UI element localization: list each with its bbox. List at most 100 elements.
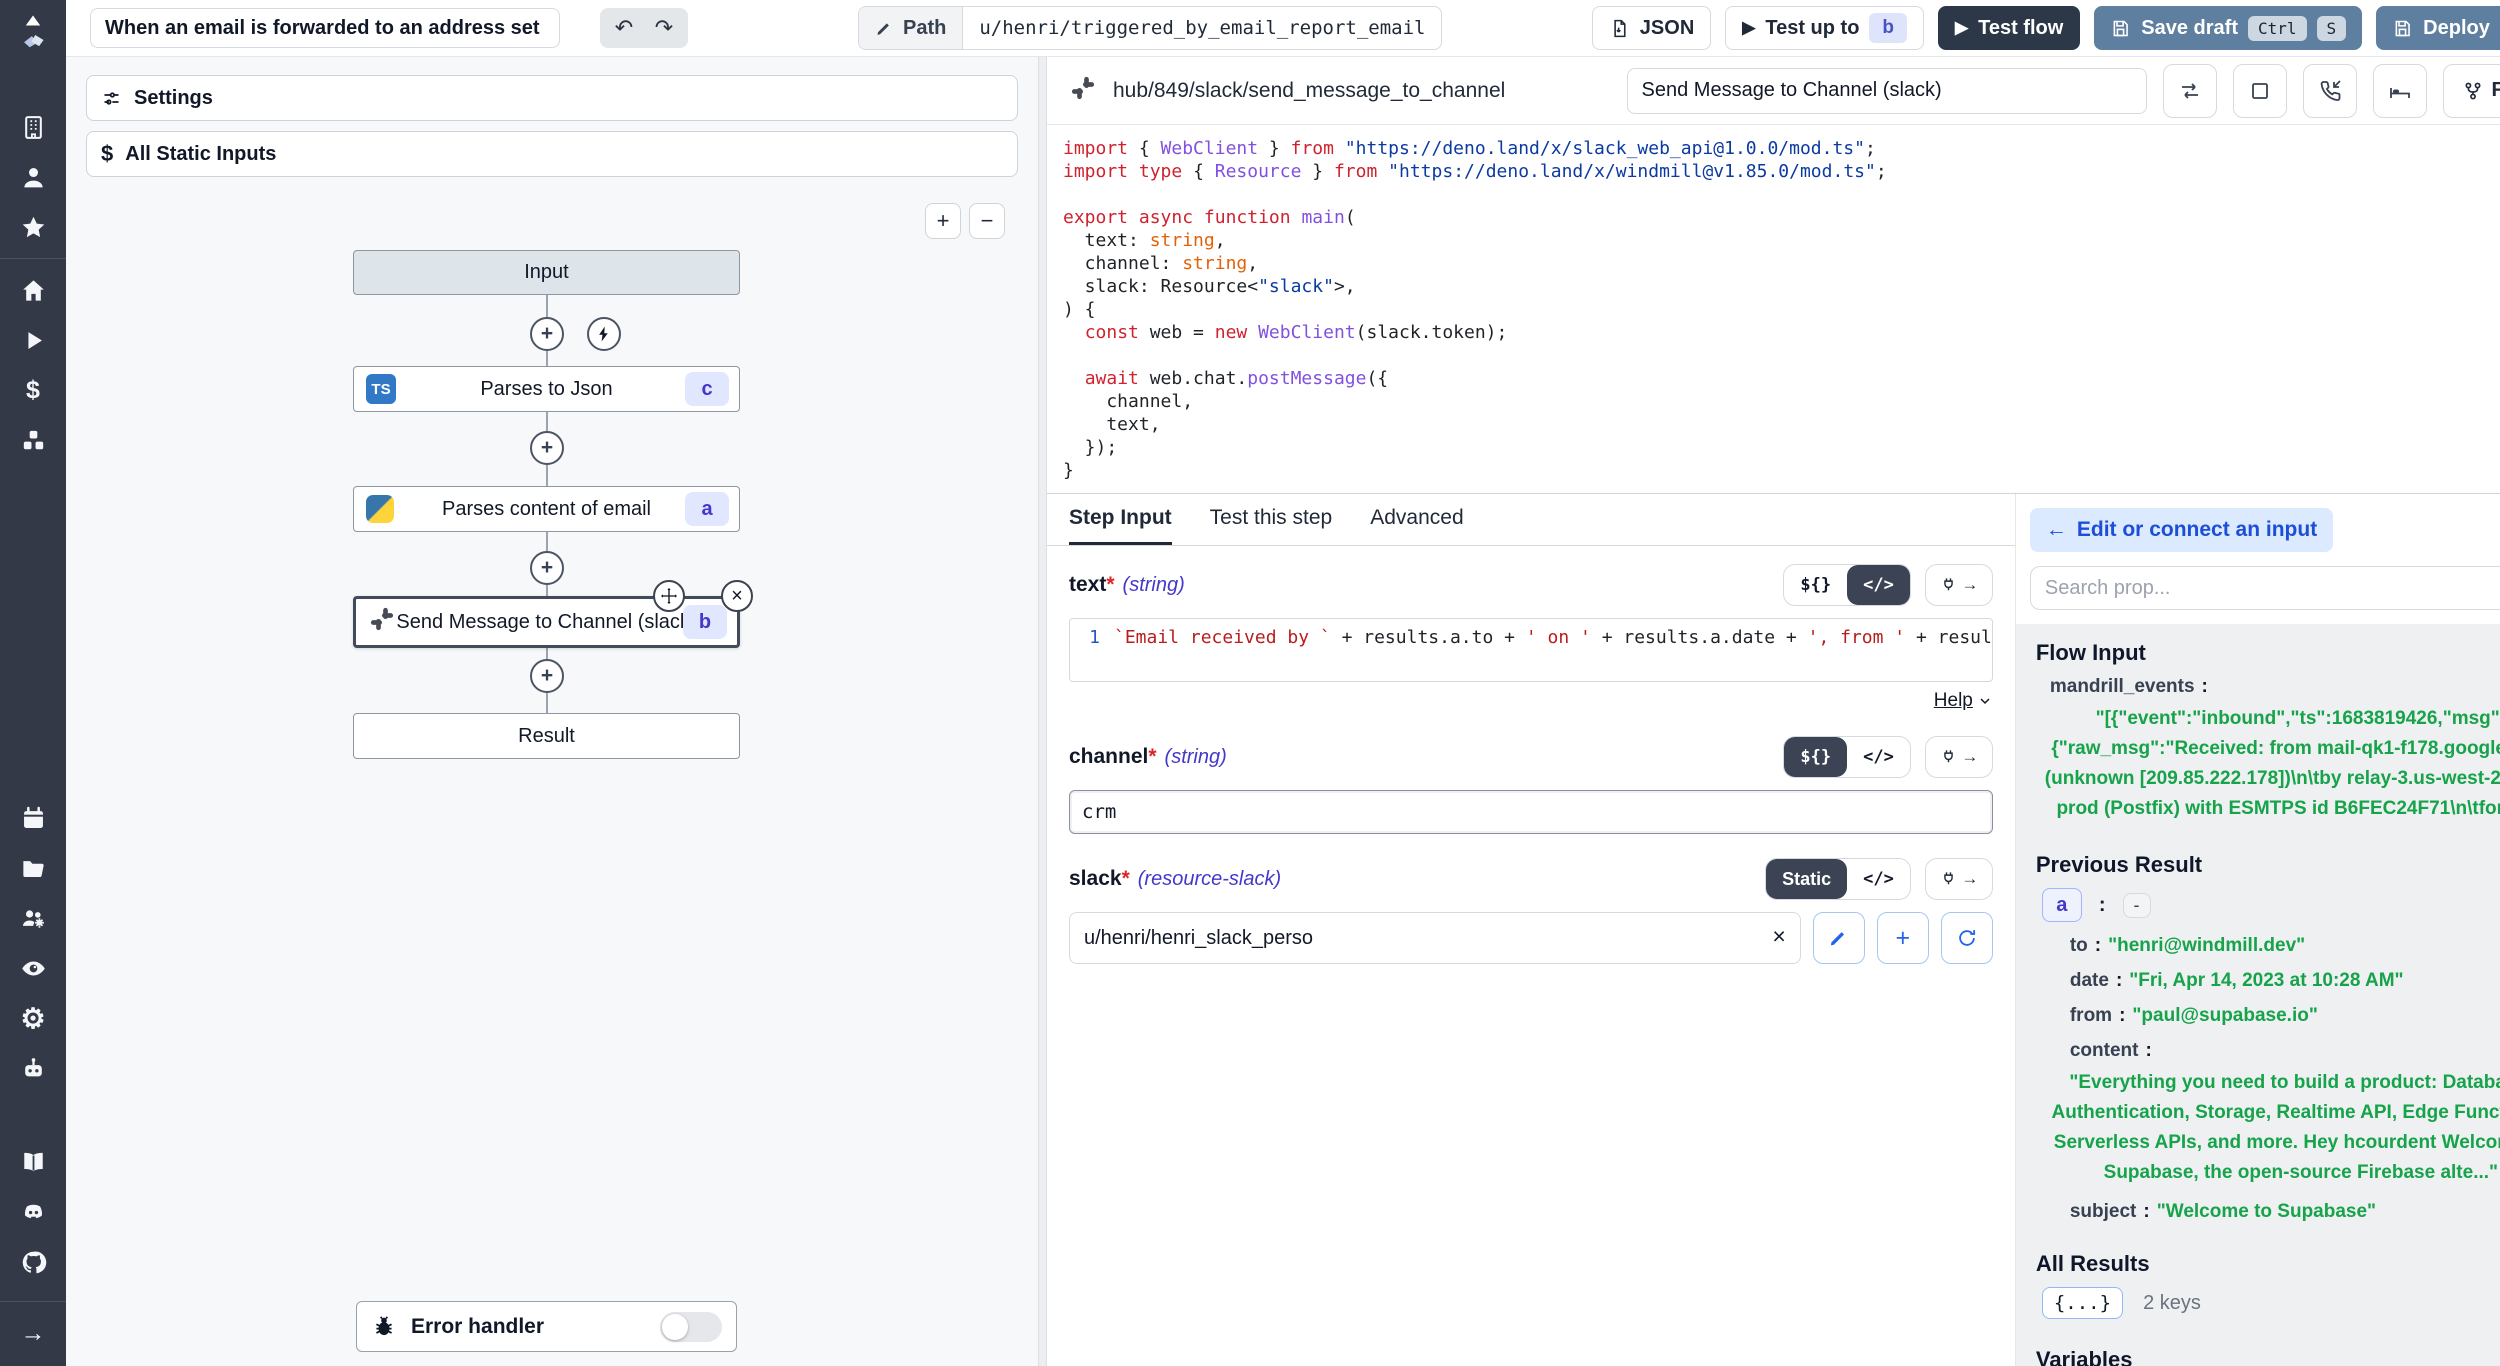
- code-toggle-segment[interactable]: </>: [1847, 737, 1910, 777]
- connect-input-button[interactable]: →: [1925, 858, 1993, 900]
- flow-node-parses-to-json[interactable]: TS Parses to Json c: [353, 366, 740, 412]
- move-node-handle[interactable]: [653, 580, 685, 612]
- gear-icon[interactable]: ⚙: [0, 993, 66, 1043]
- flow-node-parses-content-of-email[interactable]: Parses content of email a: [353, 486, 740, 532]
- object-badge[interactable]: {...}: [2042, 1287, 2123, 1319]
- prop-key: to: [2070, 935, 2088, 956]
- prop-row-content[interactable]: content:: [2070, 1040, 2500, 1062]
- expr-toggle-segment[interactable]: ${}: [1784, 565, 1847, 605]
- folder-icon[interactable]: [0, 843, 66, 893]
- building-icon[interactable]: [0, 102, 66, 152]
- webhook-button[interactable]: [2303, 64, 2357, 118]
- path-label: Path: [903, 17, 946, 40]
- add-resource-button[interactable]: +: [1877, 912, 1929, 964]
- add-step-button[interactable]: +: [530, 659, 564, 693]
- test-up-to-label: Test up to: [1765, 17, 1859, 40]
- play-icon[interactable]: [0, 315, 66, 365]
- test-up-to-button[interactable]: ▶ Test up to b: [1725, 6, 1924, 50]
- prop-row-subject[interactable]: subject:"Welcome to Supabase": [2070, 1201, 2500, 1223]
- save-draft-button[interactable]: Save draft CtrlS: [2094, 6, 2362, 50]
- text-expression-editor[interactable]: 1 `Email received by ` + results.a.to + …: [1069, 618, 1993, 682]
- deploy-group: Deploy: [2376, 6, 2500, 50]
- mandrill-events-value[interactable]: "[{"event":"inbound","ts":1683819426,"ms…: [2036, 704, 2500, 824]
- code-editor[interactable]: import { WebClient } from "https://deno.…: [1047, 125, 2500, 493]
- edit-resource-button[interactable]: [1813, 912, 1865, 964]
- code-toggle-segment[interactable]: </>: [1847, 565, 1910, 605]
- flow-input-heading: Flow Input: [2036, 640, 2500, 666]
- flow-node-send-message-selected[interactable]: Send Message to Channel (slack) b ×: [353, 596, 740, 648]
- json-label: JSON: [1640, 17, 1694, 40]
- home-icon[interactable]: [0, 265, 66, 315]
- code-toggle-segment[interactable]: </>: [1847, 859, 1910, 899]
- search-prop-input[interactable]: [2030, 566, 2500, 610]
- discord-icon[interactable]: [0, 1187, 66, 1237]
- refresh-resource-button[interactable]: [1941, 912, 1993, 964]
- deploy-button[interactable]: Deploy: [2376, 6, 2500, 50]
- flow-node-result[interactable]: Result: [353, 713, 740, 759]
- redo-button[interactable]: ↷: [646, 12, 682, 44]
- tab-step-input[interactable]: Step Input: [1069, 494, 1172, 545]
- all-static-inputs-button[interactable]: $ All Static Inputs: [86, 131, 1018, 177]
- remove-node-button[interactable]: ×: [721, 580, 753, 612]
- connect-input-button[interactable]: →: [1925, 564, 1993, 606]
- calendar-icon[interactable]: [0, 793, 66, 843]
- content-value[interactable]: "Everything you need to build a product:…: [2036, 1068, 2500, 1188]
- add-step-button[interactable]: +: [530, 551, 564, 585]
- colon: :: [2095, 935, 2101, 956]
- step-name-input[interactable]: [1627, 68, 2147, 114]
- slack-resource-input[interactable]: [1069, 912, 1801, 964]
- settings-button[interactable]: Settings: [86, 75, 1018, 121]
- collapse-badge[interactable]: -: [2123, 893, 2151, 918]
- prop-row-to[interactable]: to:"henri@windmill.dev": [2070, 935, 2500, 957]
- path-value[interactable]: u/henri/triggered_by_email_report_email: [963, 7, 1441, 49]
- flow-title-input[interactable]: [90, 8, 560, 48]
- path-chip[interactable]: Path: [859, 7, 963, 49]
- clear-resource-button[interactable]: ×: [1772, 923, 1785, 950]
- eye-icon[interactable]: [0, 943, 66, 993]
- arrow-right-icon[interactable]: →: [0, 1308, 66, 1358]
- github-icon[interactable]: [0, 1237, 66, 1287]
- cubes-icon[interactable]: [0, 415, 66, 465]
- error-handler-row[interactable]: Error handler: [356, 1301, 737, 1352]
- tab-advanced[interactable]: Advanced: [1370, 494, 1463, 545]
- edit-or-connect-button[interactable]: ← Edit or connect an input: [2030, 508, 2333, 552]
- zoom-in-button[interactable]: +: [925, 203, 961, 239]
- diff-button[interactable]: [2373, 64, 2427, 118]
- trigger-bolt-button[interactable]: [587, 317, 621, 351]
- undo-button[interactable]: ↶: [606, 12, 642, 44]
- static-toggle-segment[interactable]: Static: [1766, 859, 1847, 899]
- dollar-icon[interactable]: $: [0, 365, 66, 415]
- robot-icon[interactable]: [0, 1043, 66, 1093]
- fork-button[interactable]: Fork: [2443, 64, 2500, 118]
- hub-script-path[interactable]: hub/849/slack/send_message_to_channel: [1113, 79, 1505, 103]
- expr-toggle-segment[interactable]: ${}: [1784, 737, 1847, 777]
- star-icon[interactable]: [0, 202, 66, 252]
- node-label: Input: [524, 261, 568, 284]
- connect-input-button[interactable]: →: [1925, 736, 1993, 778]
- person-icon[interactable]: [0, 152, 66, 202]
- error-handler-toggle[interactable]: [660, 1312, 722, 1342]
- reload-script-button[interactable]: [2163, 64, 2217, 118]
- prop-row-date[interactable]: date:"Fri, Apr 14, 2023 at 10:28 AM": [2070, 970, 2500, 992]
- prop-row-mandrill[interactable]: mandrill_events:: [2050, 676, 2500, 698]
- json-button[interactable]: JSON: [1592, 6, 1711, 50]
- tab-test-this-step[interactable]: Test this step: [1210, 494, 1333, 545]
- help-link[interactable]: Help: [1934, 690, 1973, 712]
- json-file-icon: [1609, 18, 1630, 39]
- path-editor[interactable]: Path u/henri/triggered_by_email_report_e…: [858, 6, 1442, 50]
- prop-row-from[interactable]: from:"paul@supabase.io": [2070, 1005, 2500, 1027]
- add-step-button[interactable]: +: [530, 317, 564, 351]
- flow-node-input[interactable]: Input: [353, 250, 740, 295]
- add-step-button[interactable]: +: [530, 431, 564, 465]
- step-lower-region: Step Input Test this step Advanced text*…: [1047, 493, 2500, 1366]
- zoom-out-button[interactable]: −: [969, 203, 1005, 239]
- pane-resize-gutter[interactable]: [1038, 57, 1047, 1366]
- channel-value-input[interactable]: [1069, 790, 1993, 834]
- book-icon[interactable]: [0, 1137, 66, 1187]
- step-header: hub/849/slack/send_message_to_channel: [1047, 57, 2500, 125]
- test-flow-button[interactable]: ▶ Test flow: [1938, 6, 2080, 50]
- key-badge-a[interactable]: a: [2042, 888, 2082, 922]
- windmill-logo[interactable]: [13, 10, 53, 50]
- expand-editor-button[interactable]: [2233, 64, 2287, 118]
- users-gear-icon[interactable]: [0, 893, 66, 943]
